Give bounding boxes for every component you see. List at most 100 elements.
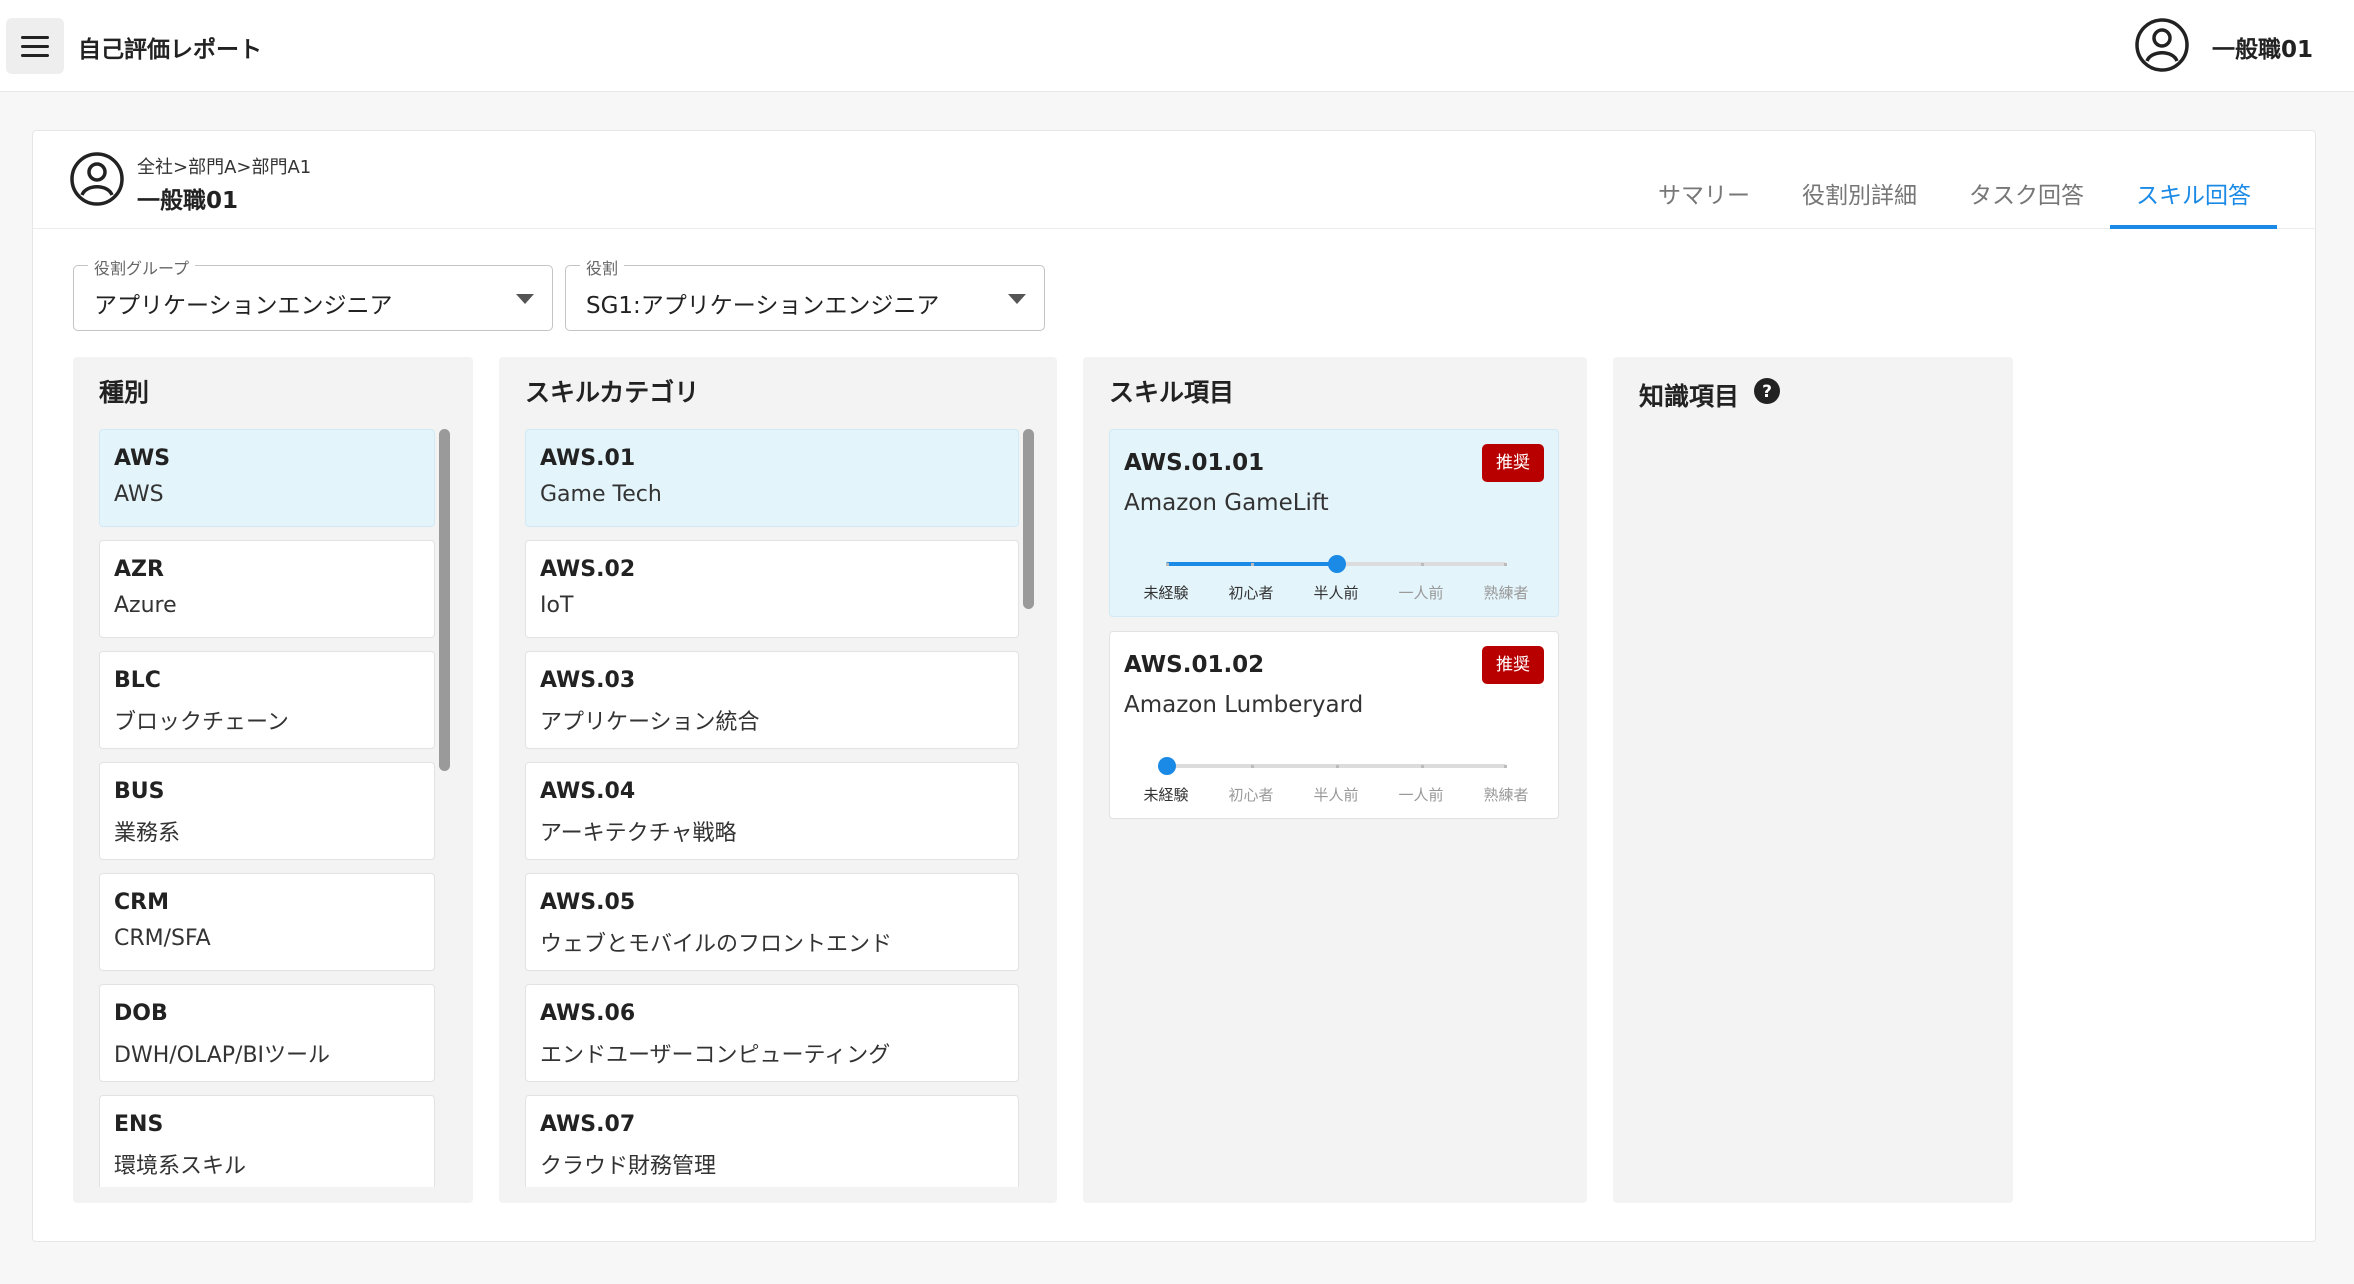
category-item-aws-02[interactable]: AWS.02 IoT [525,540,1019,638]
type-list: AWS AWS AZR Azure BLC ブロックチェーン BUS 業務系 C… [99,429,459,1187]
tab-summary[interactable]: サマリー [1632,171,1776,229]
type-item-ens[interactable]: ENS 環境系スキル [99,1095,435,1187]
slider-tick [1421,765,1424,768]
item-code: AWS.02 [540,557,636,582]
slider-tick [1504,765,1507,768]
level-label: 未経験 [1143,584,1189,602]
level-label: 一人前 [1398,584,1444,602]
top-bar: 自己評価レポート 一般職01 [0,0,2354,92]
skill-panel-title: スキル項目 [1109,378,1235,407]
slider-thumb[interactable] [1328,555,1346,573]
category-panel-title: スキルカテゴリ [525,378,700,407]
item-name: アプリケーション統合 [540,710,760,735]
type-item-crm[interactable]: CRM CRM/SFA [99,873,435,971]
item-code: ENS [114,1112,164,1137]
item-code: AWS.07 [540,1112,636,1137]
hamburger-menu-icon[interactable] [6,18,64,74]
role-label: 役割 [580,255,625,279]
role-value: SG1:アプリケーションエンジニア [586,293,940,319]
recommended-badge: 推奨 [1482,444,1544,482]
skill-code: AWS.01.02 [1124,652,1265,678]
type-item-bus[interactable]: BUS 業務系 [99,762,435,860]
recommended-badge: 推奨 [1482,646,1544,684]
type-item-azr[interactable]: AZR Azure [99,540,435,638]
category-list-scrollbar[interactable] [1023,429,1034,609]
role-group-select[interactable]: 役割グループ アプリケーションエンジニア [73,255,553,331]
category-list: AWS.01 Game Tech AWS.02 IoT AWS.03 アプリケー… [525,429,1045,1187]
slider-tick [1251,563,1254,566]
item-name: 業務系 [114,821,181,846]
slider-tick [1504,563,1507,566]
slider-tick [1251,765,1254,768]
category-panel: スキルカテゴリ AWS.01 Game Tech AWS.02 IoT AWS.… [499,357,1057,1203]
item-name: Game Tech [540,482,662,507]
level-label: 初心者 [1228,786,1274,804]
slider-tick [1336,765,1339,768]
item-name: AWS [114,482,164,507]
level-label: 熟練者 [1483,786,1529,804]
category-item-aws-05[interactable]: AWS.05 ウェブとモバイルのフロントエンド [525,873,1019,971]
card-header: 全社>部門A>部門A1 一般職01 サマリー 役割別詳細 タスク回答 スキル回答 [33,131,2315,229]
skill-name: Amazon Lumberyard [1124,692,1364,718]
item-name: ブロックチェーン [114,710,289,735]
type-panel-title: 種別 [99,378,150,407]
tab-bar: サマリー 役割別詳細 タスク回答 スキル回答 [1632,171,2277,229]
level-label: 初心者 [1228,584,1274,602]
tab-role-detail[interactable]: 役割別詳細 [1776,171,1943,229]
item-name: DWH/OLAP/BIツール [114,1043,331,1068]
slider-tick [1421,563,1424,566]
item-code: BLC [114,668,161,693]
tab-skill-answers[interactable]: スキル回答 [2110,171,2277,229]
user-account-icon[interactable] [2134,17,2190,73]
help-icon[interactable]: ? [1753,377,1781,405]
item-code: AWS [114,446,171,471]
user-name[interactable]: 一般職01 [2212,30,2313,64]
item-code: AZR [114,557,164,582]
dropdown-arrow-icon [516,294,534,304]
type-list-scrollbar[interactable] [439,429,450,771]
skill-level-slider[interactable]: 未経験 初心者 半人前 一人前 熟練者 [1110,752,1558,812]
role-select[interactable]: 役割 SG1:アプリケーションエンジニア [565,255,1045,331]
skill-level-slider[interactable]: 未経験 初心者 半人前 一人前 熟練者 [1110,550,1558,610]
item-name: Azure [114,593,177,618]
item-code: AWS.04 [540,779,636,804]
skill-name: Amazon GameLift [1124,490,1329,516]
category-item-aws-04[interactable]: AWS.04 アーキテクチャ戦略 [525,762,1019,860]
category-item-aws-07[interactable]: AWS.07 クラウド財務管理 [525,1095,1019,1187]
item-code: BUS [114,779,165,804]
item-code: CRM [114,890,169,915]
skill-card-aws-01-01[interactable]: AWS.01.01 Amazon GameLift 推奨 未経験 初心者 半人前… [1109,429,1559,617]
type-item-dob[interactable]: DOB DWH/OLAP/BIツール [99,984,435,1082]
item-name: ウェブとモバイルのフロントエンド [540,932,893,957]
level-label: 一人前 [1398,786,1444,804]
item-name: アーキテクチャ戦略 [540,821,737,846]
item-code: DOB [114,1001,168,1026]
item-code: AWS.03 [540,668,636,693]
dropdown-arrow-icon [1008,294,1026,304]
category-item-aws-03[interactable]: AWS.03 アプリケーション統合 [525,651,1019,749]
report-card: 全社>部門A>部門A1 一般職01 サマリー 役割別詳細 タスク回答 スキル回答… [32,130,2316,1242]
breadcrumb: 全社>部門A>部門A1 [137,157,312,178]
item-name: エンドユーザーコンピューティング [540,1043,891,1068]
item-name: クラウド財務管理 [540,1154,717,1179]
slider-thumb[interactable] [1158,757,1176,775]
type-item-aws[interactable]: AWS AWS [99,429,435,527]
category-item-aws-01[interactable]: AWS.01 Game Tech [525,429,1019,527]
item-code: AWS.05 [540,890,636,915]
type-panel: 種別 AWS AWS AZR Azure BLC ブロックチェーン BUS 業務… [73,357,473,1203]
knowledge-panel-title: 知識項目 [1639,382,1740,411]
skill-card-aws-01-02[interactable]: AWS.01.02 Amazon Lumberyard 推奨 未経験 初心者 半… [1109,631,1559,819]
tab-task-answers[interactable]: タスク回答 [1943,171,2110,229]
type-item-blc[interactable]: BLC ブロックチェーン [99,651,435,749]
level-label: 熟練者 [1483,584,1529,602]
app-title: 自己評価レポート [78,37,262,63]
category-item-aws-06[interactable]: AWS.06 エンドユーザーコンピューティング [525,984,1019,1082]
svg-text:?: ? [1762,382,1772,402]
item-code: AWS.01 [540,446,636,471]
skill-panel: スキル項目 AWS.01.01 Amazon GameLift 推奨 未経験 初… [1083,357,1587,1203]
item-name: IoT [540,593,574,618]
employee-name: 一般職01 [137,188,239,214]
employee-avatar-icon [70,152,124,206]
slider-tick [1166,563,1169,566]
role-group-value: アプリケーションエンジニア [94,293,393,319]
